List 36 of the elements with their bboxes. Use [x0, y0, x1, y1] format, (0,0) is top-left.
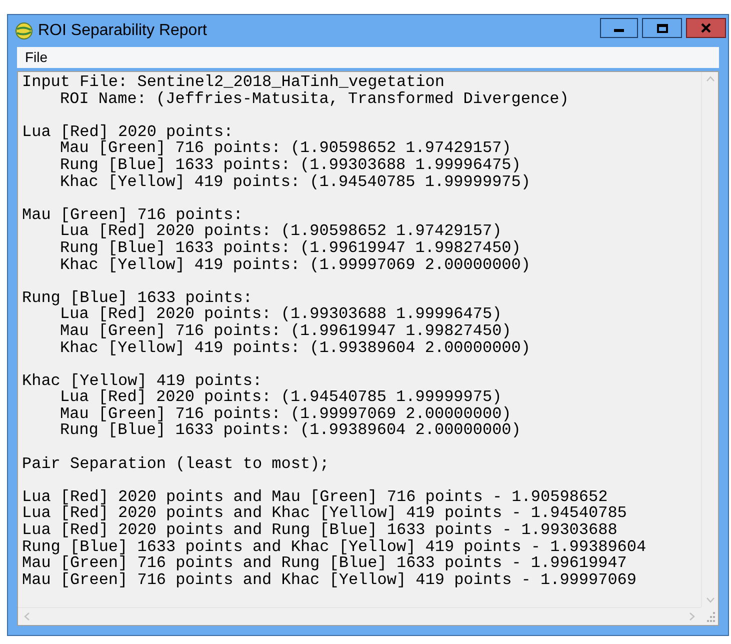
- report-line: Khac [Yellow] 419 points: (1.94540785 1.99999975): [60, 174, 530, 190]
- minimize-button[interactable]: [600, 18, 638, 38]
- report-line: Khac [Yellow] 419 points: (1.99389604 2.00000000): [60, 340, 530, 356]
- report-line: Rung [Blue] 1633 points:: [22, 290, 252, 306]
- report-line: Mau [Green] 716 points: (1.99619947 1.99827450): [60, 322, 512, 340]
- report-line: Khac [Yellow] 419 points:: [22, 372, 262, 390]
- report-line: Lua [Red] 2020 points: (1.90598652 1.97429157): [60, 223, 502, 240]
- report-line: Pair Separation (least to most);: [22, 456, 330, 472]
- report-line: Rung [Blue] 1633 points and Khac [Yellow] 419 points - 1.99389604: [22, 538, 646, 556]
- report-line: Lua [Red] 2020 points: (1.99303688 1.99996475): [60, 306, 502, 323]
- report-line: Mau [Green] 716 points and Khac [Yellow] 419 points - 1.99997069: [22, 572, 636, 588]
- close-button[interactable]: [686, 18, 726, 38]
- report-line: Mau [Green] 716 points:: [22, 206, 243, 224]
- report-line: Lua [Red] 2020 points: (1.94540785 1.99999975): [60, 389, 502, 406]
- report-line: Mau [Green] 716 points: (1.99997069 2.00000000): [60, 406, 512, 422]
- window-title: ROI Separability Report: [38, 21, 207, 41]
- report-line: Rung [Blue] 1633 points: (1.99619947 1.99827450): [60, 240, 521, 257]
- report-line: Input File: Sentinel2_2018_HaTinh_vegetation: [22, 74, 444, 91]
- report-line: Mau [Green] 716 points and Rung [Blue] 1633 points - 1.99619947: [22, 555, 627, 572]
- close-icon: [701, 23, 711, 33]
- report-line: Lua [Red] 2020 points and Khac [Yellow] 419 points - 1.94540785: [22, 505, 627, 522]
- report-line: Khac [Yellow] 419 points: (1.99997069 2.00000000): [60, 256, 530, 274]
- menu-item[interactable]: File: [17, 47, 56, 68]
- globe-icon: [15, 22, 33, 40]
- scroll-right-icon: [689, 612, 695, 621]
- scroll-down-icon: [706, 597, 714, 603]
- report-line: Rung [Blue] 1633 points: (1.99389604 2.00000000): [60, 422, 521, 440]
- report-line: Mau [Green] 716 points: (1.90598652 1.97429157): [60, 140, 512, 157]
- scroll-up-icon: [706, 76, 714, 82]
- maximize-button[interactable]: [642, 18, 682, 38]
- report-line: ROI Name: (Jeffries-Matusita, Transformed Divergence): [60, 90, 569, 108]
- report-line: Rung [Blue] 1633 points: (1.99303688 1.99996475): [60, 156, 521, 174]
- scroll-left-icon: [24, 612, 30, 621]
- report-line: Lua [Red] 2020 points:: [22, 124, 234, 140]
- report-line: Lua [Red] 2020 points and Rung [Blue] 1633 points - 1.99303688: [22, 522, 618, 539]
- report-line: Lua [Red] 2020 points and Mau [Green] 716 points - 1.90598652: [22, 488, 608, 506]
